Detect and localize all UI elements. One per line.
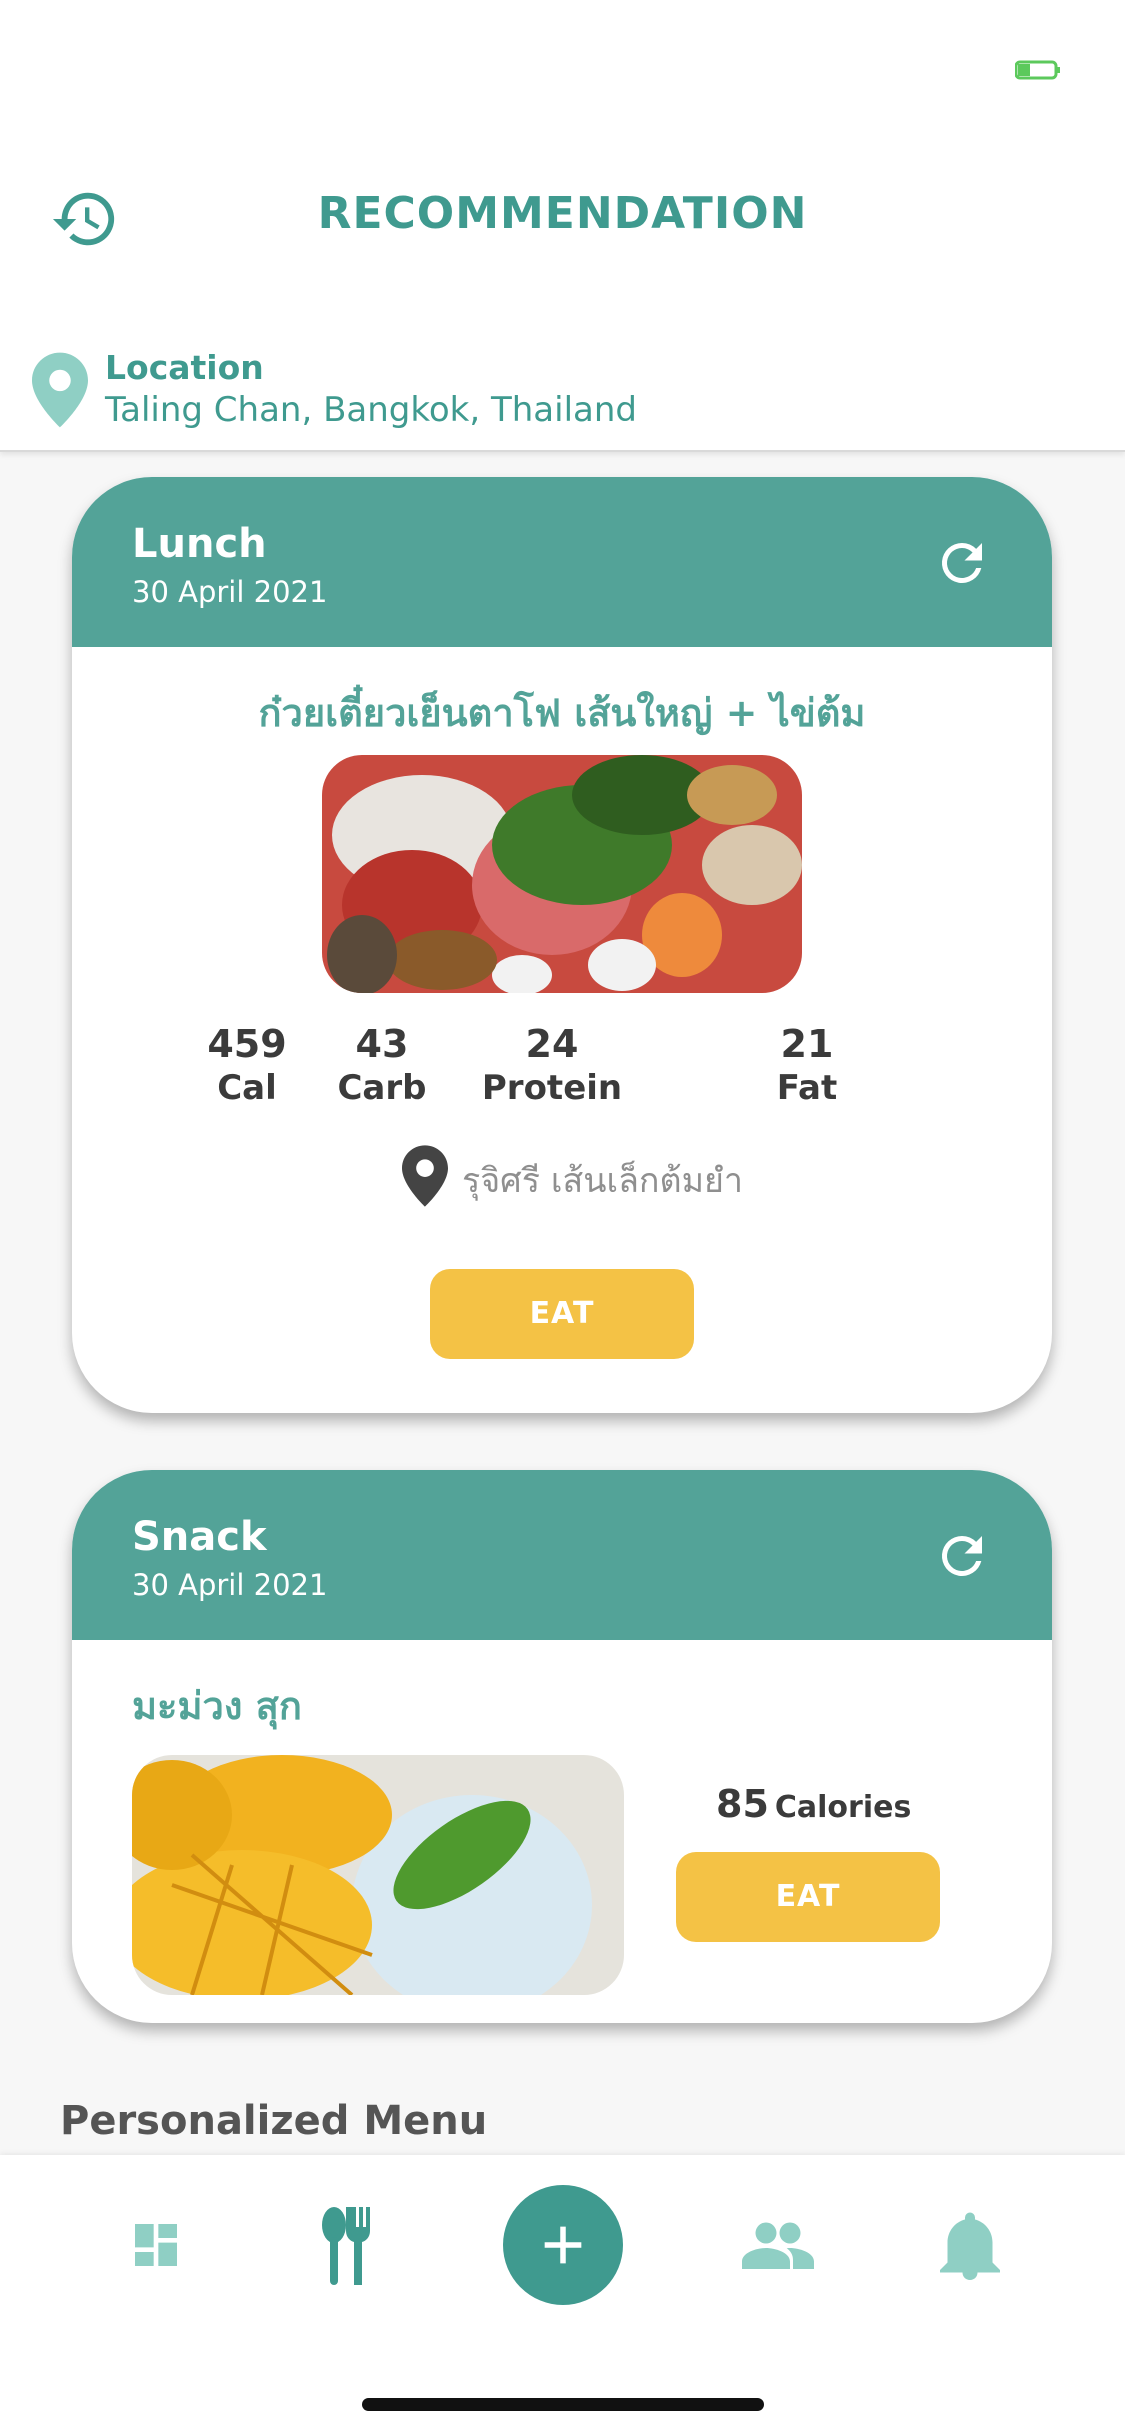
carb-label: Carb: [337, 1068, 427, 1108]
bell-icon[interactable]: [940, 2210, 1000, 2280]
lunch-dish-name: ก๋วยเตี๋ยวเย็นตาโฟ เส้นใหญ่ + ไข่ต้ม: [258, 691, 866, 735]
add-button[interactable]: [503, 2185, 623, 2305]
restaurant-name[interactable]: รุจิศรี เส้นเล็กต้มยำ: [462, 1153, 743, 1207]
people-icon[interactable]: [742, 2215, 814, 2275]
carb-value: 43: [355, 1022, 409, 1066]
top-header: RECOMMENDATION Location Taling Chan, Ban…: [0, 0, 1125, 452]
fat-value: 21: [780, 1022, 834, 1066]
snack-dish-name: มะม่วง สุก: [132, 1684, 302, 1728]
add-icon: [544, 2226, 582, 2264]
lunch-card: Lunch 30 April 2021 ก๋วยเตี๋ยวเย็นตาโฟ เ…: [72, 477, 1052, 1413]
dashboard-icon[interactable]: [128, 2217, 184, 2273]
protein-value: 24: [525, 1022, 579, 1066]
nutrition-fat: 21 Fat: [762, 1022, 852, 1108]
calories-label: Cal: [217, 1068, 277, 1108]
lunch-eat-button[interactable]: EAT: [430, 1269, 694, 1359]
lunch-card-header: Lunch 30 April 2021: [72, 477, 1052, 647]
fat-label: Fat: [776, 1068, 838, 1108]
page-title: RECOMMENDATION: [317, 188, 808, 239]
snack-dish-image: [132, 1755, 624, 1995]
refresh-icon[interactable]: [932, 533, 992, 593]
snack-calories-unit: Calories: [774, 1790, 912, 1825]
bottom-tab-bar: [0, 2155, 1125, 2436]
snack-card-header: Snack 30 April 2021: [72, 1470, 1052, 1640]
home-indicator: [362, 2398, 764, 2411]
refresh-icon[interactable]: [932, 1526, 992, 1586]
snack-title: Snack: [132, 1514, 267, 1560]
lunch-title: Lunch: [132, 521, 267, 567]
fork-knife-icon[interactable]: [318, 2207, 378, 2287]
snack-card: Snack 30 April 2021 มะม่วง สุก 85 Calorie…: [72, 1470, 1052, 2023]
map-pin-icon: [32, 352, 88, 428]
personalized-menu-title: Personalized Menu: [60, 2098, 488, 2144]
battery-icon: [1015, 60, 1060, 80]
snack-calories: 85 Calories: [716, 1782, 911, 1826]
restaurant-pin-icon: [402, 1145, 448, 1207]
calories-value: 459: [207, 1022, 287, 1066]
nutrition-carb: 43 Carb: [327, 1022, 437, 1108]
lunch-date: 30 April 2021: [132, 575, 328, 609]
snack-eat-button[interactable]: EAT: [676, 1852, 940, 1942]
location-value[interactable]: Taling Chan, Bangkok, Thailand: [105, 390, 637, 430]
location-label: Location: [105, 348, 264, 387]
snack-calories-value: 85: [716, 1782, 769, 1826]
protein-label: Protein: [481, 1068, 623, 1108]
lunch-dish-image: [322, 755, 802, 993]
snack-date: 30 April 2021: [132, 1568, 328, 1602]
nutrition-calories: 459 Cal: [202, 1022, 292, 1108]
nutrition-protein: 24 Protein: [477, 1022, 627, 1108]
